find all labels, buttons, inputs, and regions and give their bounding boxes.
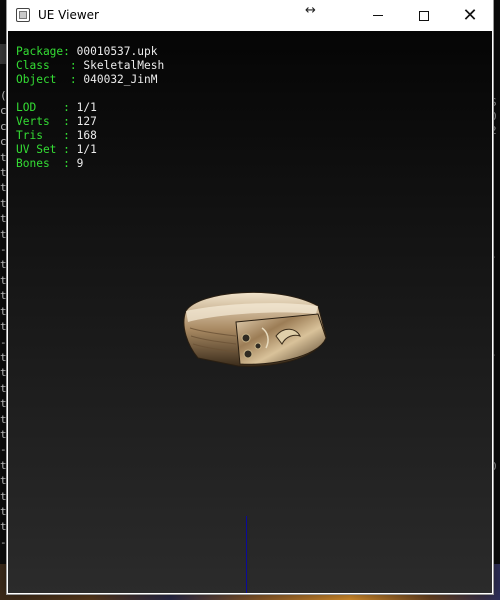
info-label: UV Set [16, 143, 57, 156]
info-separator: : [49, 115, 77, 128]
ue-viewer-window: UE Viewer ↔ ✕ Package: 00010537.upk Clas… [7, 0, 493, 594]
info-label: LOD [16, 101, 37, 114]
info-row-verts: Verts : 127 [16, 115, 164, 129]
maximize-button[interactable] [401, 0, 447, 31]
info-value: 1/1 [76, 101, 97, 114]
info-separator: : [49, 59, 84, 72]
info-separator: : [56, 73, 84, 86]
app-icon[interactable] [16, 8, 30, 22]
ring-mesh-render[interactable] [158, 266, 338, 381]
info-value: 168 [76, 129, 97, 142]
info-label: Object [16, 73, 57, 86]
resize-arrow-icon: ↔ [305, 3, 316, 18]
z-axis-line [246, 516, 247, 593]
close-button[interactable]: ✕ [447, 0, 493, 31]
info-value: 040032_JinM [83, 73, 158, 86]
title-bar[interactable]: UE Viewer ↔ ✕ [7, 0, 493, 31]
info-label: Verts [16, 115, 50, 128]
minimize-button[interactable] [355, 0, 401, 31]
info-row-package: Package: 00010537.upk [16, 45, 164, 59]
minimize-icon [373, 15, 383, 16]
info-separator: : [36, 101, 77, 114]
close-icon: ✕ [462, 4, 478, 26]
info-row-bones: Bones : 9 [16, 157, 164, 171]
mesh-info-overlay: Package: 00010537.upk Class : SkeletalMe… [16, 45, 164, 171]
info-value: 1/1 [76, 143, 97, 156]
3d-viewport[interactable]: Package: 00010537.upk Class : SkeletalMe… [8, 31, 492, 593]
info-row-tris: Tris : 168 [16, 129, 164, 143]
info-value: 9 [76, 157, 84, 170]
info-row-lod: LOD : 1/1 [16, 101, 164, 115]
info-separator: : [42, 129, 77, 142]
info-label: Class [16, 59, 50, 72]
info-row-class: Class : SkeletalMesh [16, 59, 164, 73]
info-label: Bones [16, 157, 50, 170]
info-label: Tris [16, 129, 43, 142]
info-separator: : [63, 45, 77, 58]
info-row-object: Object : 040032_JinM [16, 73, 164, 87]
info-row-uvset: UV Set : 1/1 [16, 143, 164, 157]
info-separator: : [56, 143, 77, 156]
window-title: UE Viewer [38, 8, 99, 22]
info-value: 00010537.upk [76, 45, 158, 58]
maximize-icon [419, 10, 429, 21]
info-value: SkeletalMesh [83, 59, 165, 72]
info-separator: : [49, 157, 77, 170]
info-value: 127 [76, 115, 97, 128]
info-label: Package [16, 45, 64, 58]
